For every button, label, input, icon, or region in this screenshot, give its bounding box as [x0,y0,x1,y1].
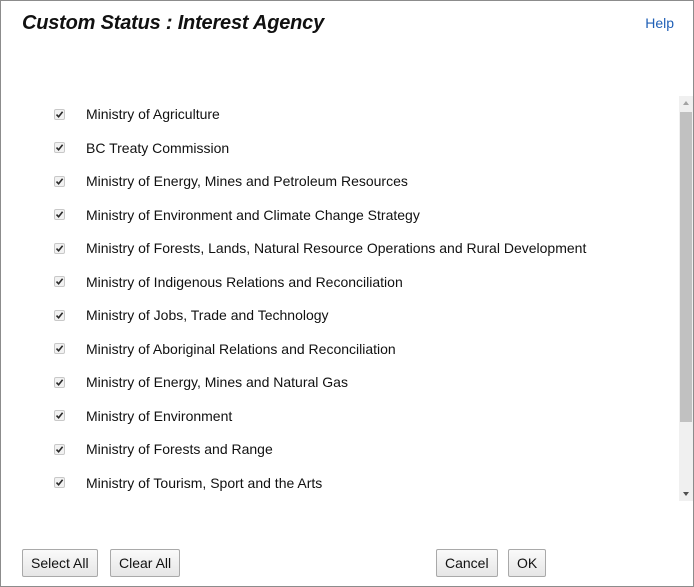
agency-list-item[interactable]: Ministry of Forests and Range [1,439,661,459]
scroll-down-arrow-icon[interactable] [679,487,693,501]
agency-label: Ministry of Tourism, Sport and the Arts [86,474,323,491]
clear-all-button[interactable]: Clear All [110,549,181,577]
agency-label: Ministry of Agriculture [86,106,220,122]
agency-label: BC Treaty Commission [86,139,230,156]
agency-list-item[interactable]: Ministry of Energy, Mines and Petroleum … [1,171,661,191]
agency-label: Ministry of Forests, Lands, Natural Reso… [86,240,587,256]
agency-list-item[interactable]: Ministry of Aboriginal Relations and Rec… [1,339,661,359]
agency-list-item[interactable]: BC Treaty Commission [1,138,661,158]
agency-checkbox[interactable] [54,309,65,321]
agency-label: Ministry of Energy, Mines and Natural Ga… [86,374,348,390]
help-link[interactable]: Help [645,15,674,31]
agency-list-item[interactable]: Ministry of Indigenous Relations and Rec… [1,272,661,292]
agency-list-item[interactable]: Ministry of Environment and Climate Chan… [1,205,661,225]
agency-checkbox[interactable] [54,108,65,120]
agency-checkbox[interactable] [54,242,65,254]
agency-checkbox[interactable] [54,142,65,153]
agency-label: Ministry of Environment [86,407,233,424]
agency-label: Ministry of Indigenous Relations and Rec… [86,273,403,290]
scroll-thumb[interactable] [680,112,692,422]
agency-checkbox[interactable] [54,209,65,220]
custom-status-dialog: Custom Status : Interest Agency Help Min… [0,0,694,587]
dialog-title: Custom Status : Interest Agency [22,12,325,34]
agency-checkbox[interactable] [54,343,65,354]
agency-list-item[interactable]: Ministry of Environment [1,406,661,426]
agency-checkbox[interactable] [54,175,65,187]
select-all-button[interactable]: Select All [22,549,98,577]
agency-label: Ministry of Environment and Climate Chan… [86,206,420,223]
agency-list: Ministry of Agriculture BC Treaty Commiss… [1,96,679,501]
agency-checkbox[interactable] [54,477,65,488]
agency-list-item[interactable]: Ministry of Forests, Lands, Natural Reso… [1,238,661,258]
ok-button[interactable]: OK [508,549,547,577]
cancel-button[interactable]: Cancel [436,549,498,577]
agency-list-item[interactable]: Ministry of Jobs, Trade and Technology [1,305,661,325]
agency-list-item[interactable]: Ministry of Agriculture [1,104,661,124]
agency-label: Ministry of Energy, Mines and Petroleum … [86,173,408,189]
agency-list-item[interactable]: Ministry of Energy, Mines and Natural Ga… [1,372,661,392]
agency-label: Ministry of Jobs, Trade and Technology [86,307,329,323]
agency-checkbox[interactable] [54,443,65,455]
agency-checkbox[interactable] [54,376,65,388]
agency-checkbox[interactable] [54,276,65,287]
agency-label: Ministry of Forests and Range [86,441,273,457]
scroll-up-arrow-icon[interactable] [679,96,693,110]
list-scrollbar[interactable] [679,96,693,501]
agency-checkbox[interactable] [54,410,65,421]
agency-label: Ministry of Aboriginal Relations and Rec… [86,340,396,357]
agency-list-item[interactable]: Ministry of Tourism, Sport and the Arts [1,473,661,493]
